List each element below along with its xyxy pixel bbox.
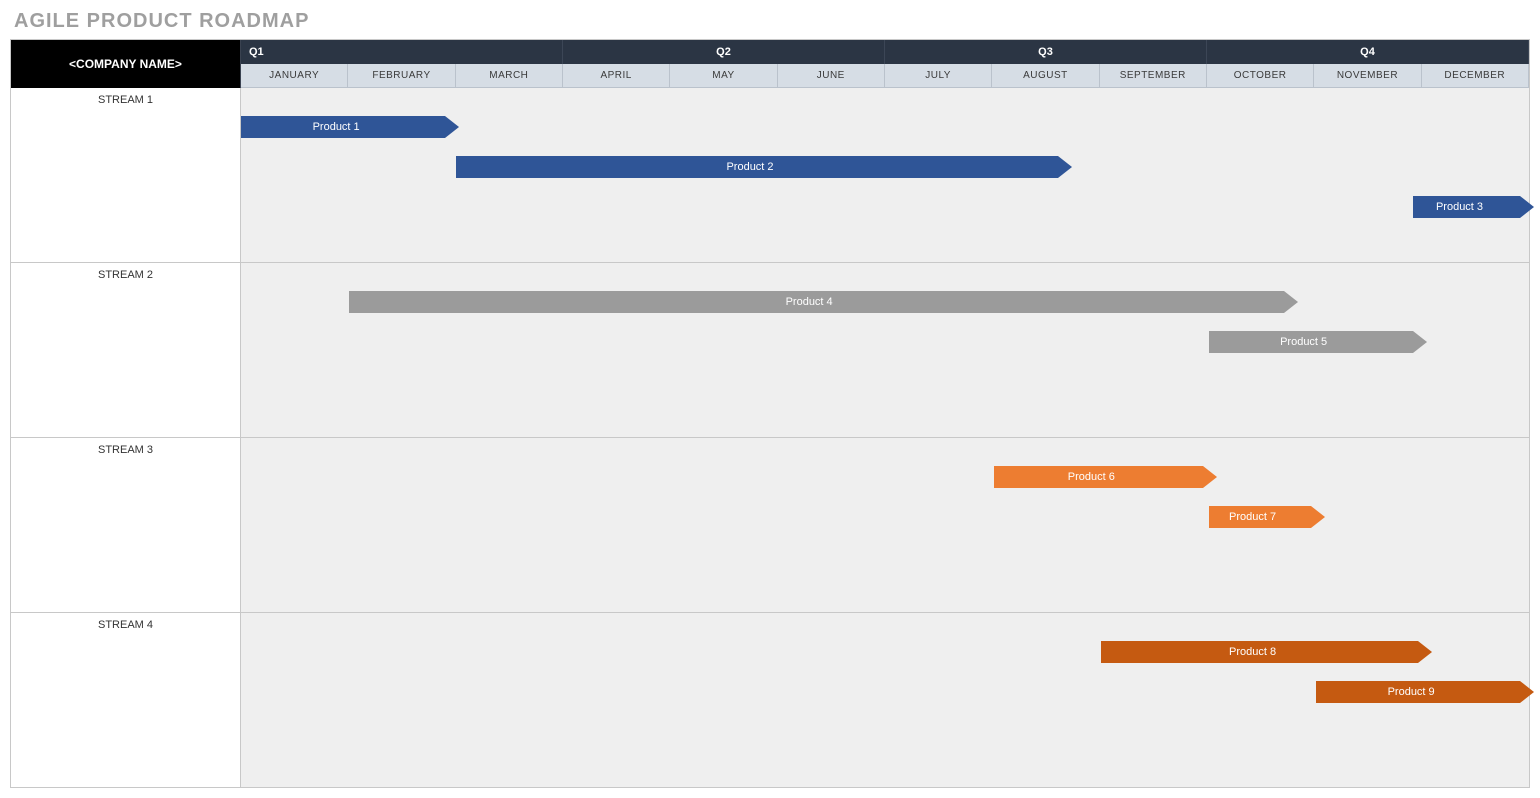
- gantt-bar[interactable]: Product 5: [1209, 331, 1413, 353]
- stream-lane: Product 4 Product 5: [241, 263, 1529, 437]
- gantt-bar[interactable]: Product 8: [1101, 641, 1418, 663]
- month-header-september: SEPTEMBER: [1100, 64, 1207, 88]
- gantt-bar-label: Product 6: [994, 466, 1190, 488]
- stream-lane: Product 6 Product 7: [241, 438, 1529, 612]
- gantt-bar[interactable]: Product 9: [1316, 681, 1520, 703]
- stream-label: STREAM 2: [11, 263, 241, 437]
- month-header-november: NOVEMBER: [1314, 64, 1421, 88]
- quarter-header-row: Q1Q2Q3Q4: [241, 40, 1529, 64]
- gantt-bar[interactable]: Product 4: [349, 291, 1284, 313]
- gantt-bar[interactable]: Product 2: [456, 156, 1058, 178]
- gantt-bar-label: Product 9: [1316, 681, 1506, 703]
- gantt-bar[interactable]: Product 7: [1209, 506, 1311, 528]
- month-header-row: JANUARYFEBRUARYMARCHAPRILMAYJUNEJULYAUGU…: [241, 64, 1529, 88]
- stream-row: STREAM 2 Product 4 Product 5: [11, 262, 1529, 437]
- stream-label: STREAM 3: [11, 438, 241, 612]
- stream-lane: Product 1 Product 2 Product 3: [241, 88, 1529, 262]
- stream-label: STREAM 4: [11, 613, 241, 787]
- gantt-bar-label: Product 7: [1209, 506, 1297, 528]
- month-header-march: MARCH: [456, 64, 563, 88]
- roadmap-body: STREAM 1Product 1Product 2Product 3STREA…: [11, 88, 1529, 787]
- month-header-august: AUGUST: [992, 64, 1099, 88]
- gantt-bar-label: Product 5: [1209, 331, 1399, 353]
- gantt-bar[interactable]: Product 3: [1413, 196, 1521, 218]
- gantt-bar-label: Product 4: [349, 291, 1270, 313]
- gantt-bar-label: Product 2: [456, 156, 1044, 178]
- quarter-header-q2: Q2: [563, 40, 885, 64]
- gantt-bar[interactable]: Product 1: [241, 116, 445, 138]
- month-header-july: JULY: [885, 64, 992, 88]
- month-header-april: APRIL: [563, 64, 670, 88]
- stream-row: STREAM 4 Product 8 Product 9: [11, 612, 1529, 787]
- month-header-may: MAY: [670, 64, 777, 88]
- month-header-june: JUNE: [778, 64, 885, 88]
- month-header-october: OCTOBER: [1207, 64, 1314, 88]
- gantt-bar[interactable]: Product 6: [994, 466, 1204, 488]
- month-header-december: DECEMBER: [1422, 64, 1529, 88]
- month-header-january: JANUARY: [241, 64, 348, 88]
- stream-row: STREAM 3 Product 6 Product 7: [11, 437, 1529, 612]
- gantt-bar-label: Product 3: [1413, 196, 1507, 218]
- month-header-february: FEBRUARY: [348, 64, 455, 88]
- stream-row: STREAM 1Product 1 Product 2 Product 3: [11, 88, 1529, 262]
- stream-lane: Product 8 Product 9: [241, 613, 1529, 787]
- page-title: AGILE PRODUCT ROADMAP: [14, 10, 1530, 33]
- quarter-header-q3: Q3: [885, 40, 1207, 64]
- quarter-header-q4: Q4: [1207, 40, 1529, 64]
- header: <COMPANY NAME> Q1Q2Q3Q4 JANUARYFEBRUARYM…: [11, 40, 1529, 88]
- stream-label: STREAM 1: [11, 88, 241, 262]
- company-name-cell[interactable]: <COMPANY NAME>: [11, 40, 241, 88]
- roadmap-container: <COMPANY NAME> Q1Q2Q3Q4 JANUARYFEBRUARYM…: [10, 39, 1530, 788]
- quarter-header-q1: Q1: [241, 40, 563, 64]
- gantt-bar-label: Product 1: [241, 116, 431, 138]
- gantt-bar-label: Product 8: [1101, 641, 1404, 663]
